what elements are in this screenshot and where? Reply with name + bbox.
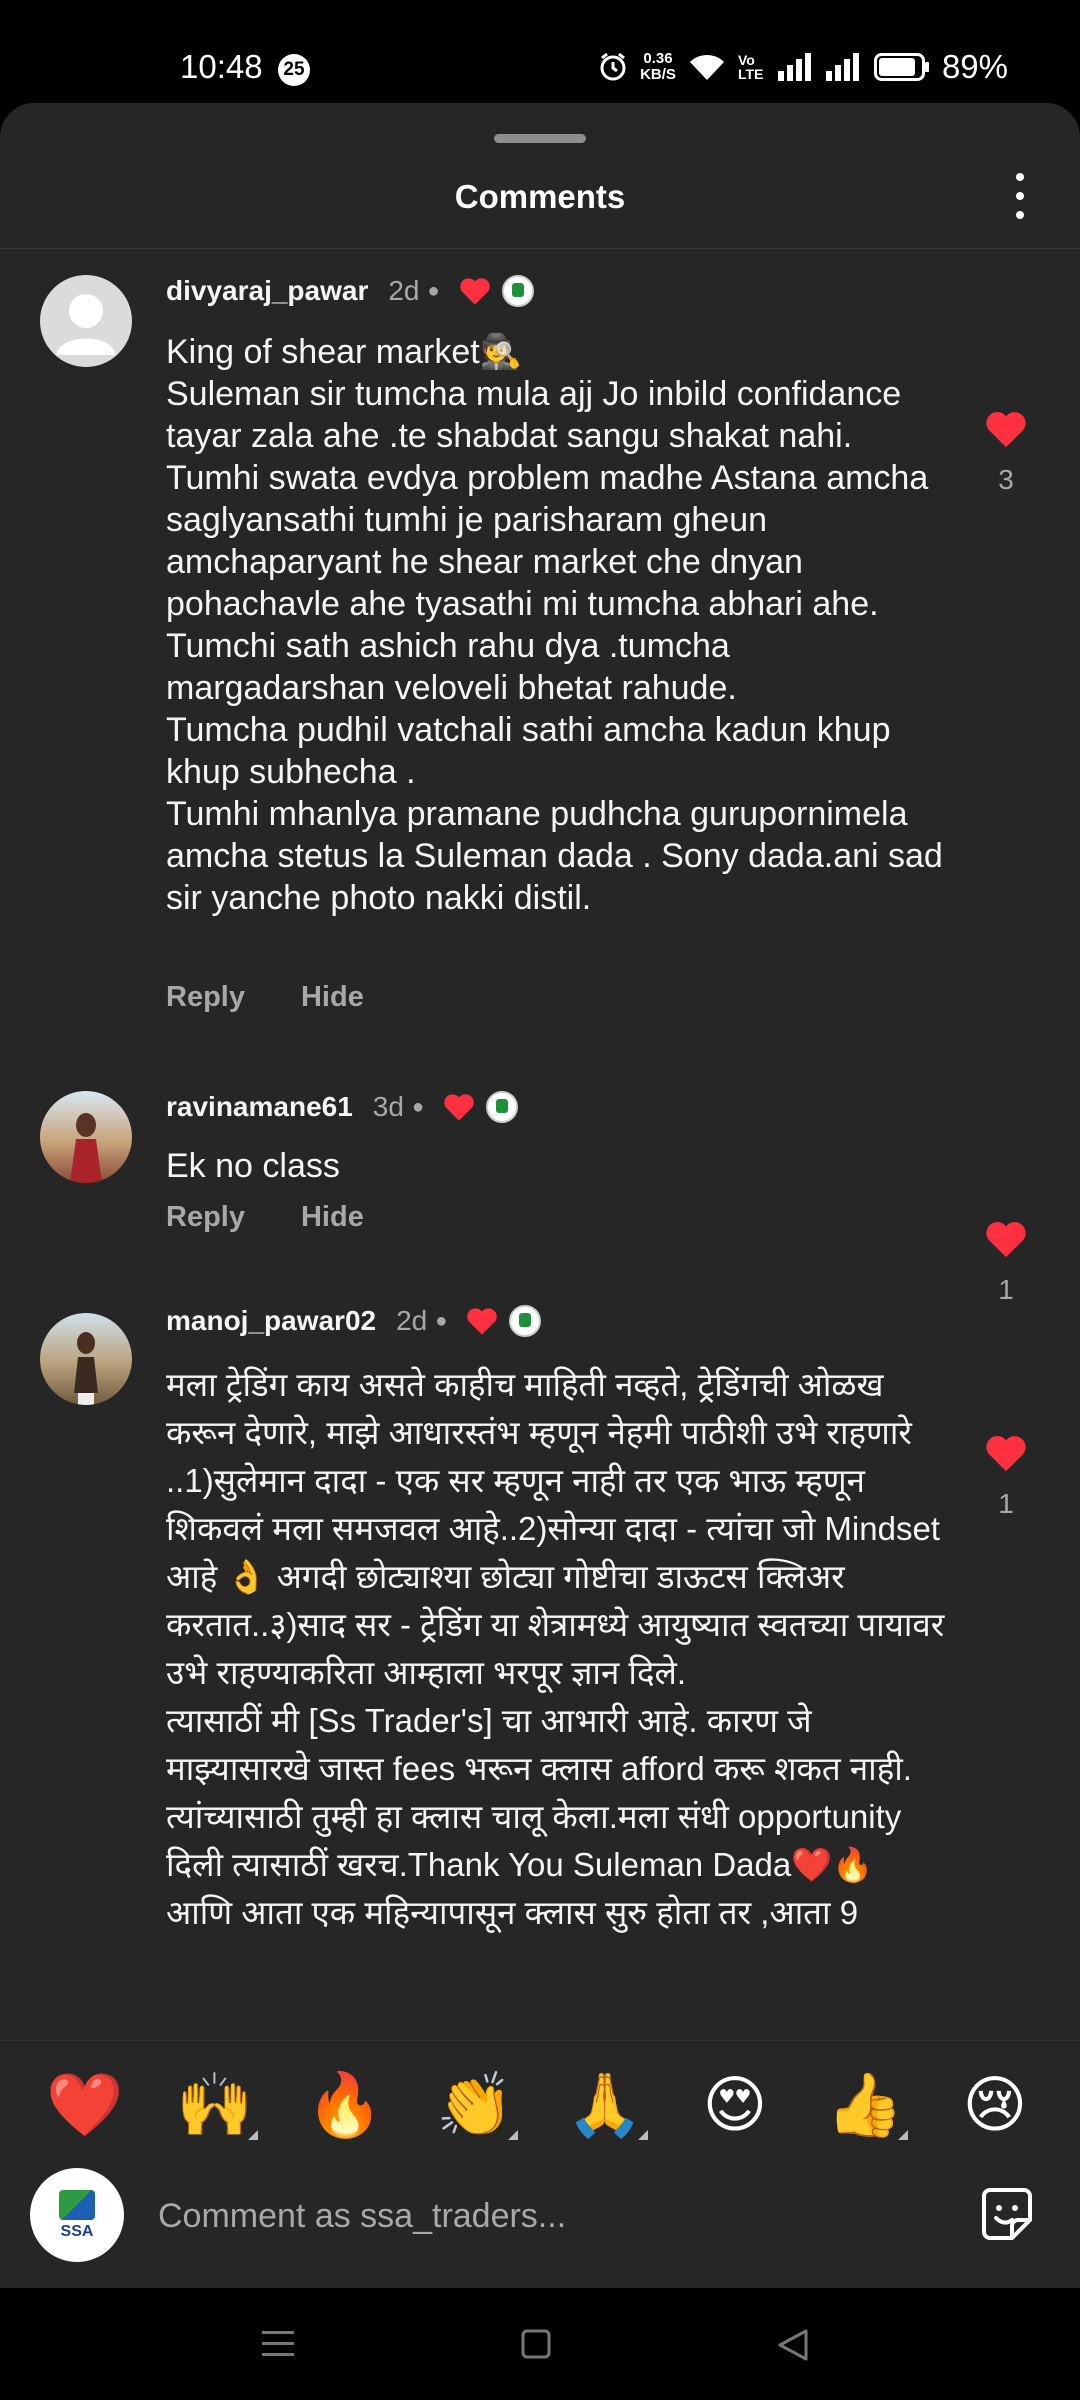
hide-button[interactable]: Hide [301, 1201, 364, 1234]
alarm-icon [600, 52, 626, 81]
like-count: 1 [998, 1488, 1014, 1519]
avatar[interactable] [40, 1091, 132, 1183]
comment-time: 2d [396, 1305, 428, 1336]
comments-list[interactable]: divyaraj_pawar 2d ● King of shear market… [0, 263, 1080, 2143]
reaction-crying[interactable]: 😢 [950, 2068, 1040, 2141]
ssa-logo-icon [59, 2189, 95, 2220]
home-nav-icon[interactable] [520, 2328, 552, 2360]
comment-header: ravinamane61 3d ● [166, 1091, 519, 1123]
comment-text: King of shear market🕵️ Suleman sir tumch… [166, 333, 943, 917]
like-heart-icon[interactable] [984, 409, 1028, 449]
reaction-heart[interactable]: ❤️ [40, 2068, 130, 2142]
avatar[interactable] [40, 1313, 132, 1405]
creator-liked-heart-icon [444, 1094, 474, 1121]
wifi-icon [689, 54, 724, 80]
battery-icon [873, 53, 929, 81]
like-heart-icon[interactable] [984, 1433, 1028, 1473]
status-icons: 0.36 KB/S Vo LTE 89% [598, 48, 1008, 86]
comment-composer: SSA [0, 2168, 1080, 2288]
network-speed: 0.36 KB/S [640, 50, 676, 83]
separator-dot: ● [435, 1309, 448, 1332]
reaction-thumbs-up[interactable]: 👍 [820, 2068, 910, 2142]
default-avatar-icon [56, 294, 116, 355]
sticker-icon[interactable] [974, 2182, 1040, 2248]
comment-actions: Reply Hide [166, 1201, 364, 1234]
comment-time: 3d [372, 1091, 404, 1122]
sheet-title: Comments [454, 178, 626, 215]
like-count: 1 [998, 1274, 1014, 1305]
creator-liked-heart-icon [459, 278, 490, 305]
status-time: 10:48 [180, 48, 263, 85]
drag-handle[interactable] [494, 134, 586, 143]
comment-username[interactable]: divyaraj_pawar [166, 275, 368, 307]
like-count: 3 [998, 464, 1014, 495]
like-column: 1 [984, 1219, 1028, 1306]
comment-time: 2d [388, 275, 420, 306]
notification-count-badge: 25 [278, 54, 310, 86]
title-divider [0, 248, 1080, 249]
signal-icon-2 [825, 53, 859, 81]
comment-input[interactable] [158, 2188, 958, 2244]
quick-reactions-bar: ❤️ 🙌 🔥 👏 🙏 😍 👍 😢 [0, 2040, 1080, 2168]
separator-dot: ● [427, 279, 440, 302]
signal-icon-1 [777, 53, 811, 81]
creator-avatar [501, 275, 534, 307]
comment-username[interactable]: ravinamane61 [166, 1091, 353, 1123]
creator-avatar [509, 1305, 542, 1337]
reply-button[interactable]: Reply [166, 981, 245, 1014]
creator-avatar [486, 1091, 519, 1123]
like-heart-icon[interactable] [984, 1219, 1028, 1259]
reaction-heart-eyes[interactable]: 😍 [690, 2068, 780, 2141]
back-nav-icon[interactable] [776, 2328, 810, 2362]
reaction-pray[interactable]: 🙏 [560, 2068, 650, 2142]
menu-nav-icon[interactable] [260, 2328, 296, 2360]
comment-text: Ek no class [166, 1147, 340, 1185]
my-avatar: SSA [30, 2168, 124, 2262]
avatar-logo-text: SSA [60, 2222, 94, 2240]
comment-header: manoj_pawar02 2d ● [166, 1305, 542, 1337]
volte-label: Vo LTE [737, 52, 764, 82]
hide-button[interactable]: Hide [301, 981, 364, 1014]
reaction-raised-hands[interactable]: 🙌 [170, 2068, 260, 2142]
like-column: 3 [984, 409, 1028, 496]
reaction-fire[interactable]: 🔥 [300, 2068, 390, 2142]
comment-text: मला ट्रेडिंग काय असते काहीच माहिती नव्हत… [166, 1366, 945, 1931]
status-bar: 10:48 25 0.36 KB/S Vo LTE 89% [0, 0, 1080, 100]
like-column: 1 [984, 1433, 1028, 1520]
more-options-icon[interactable] [1010, 173, 1030, 219]
battery-percent: 89% [941, 48, 1008, 85]
user-photo-icon [70, 1113, 102, 1183]
comment-username[interactable]: manoj_pawar02 [166, 1305, 376, 1337]
comment-actions: Reply Hide [166, 981, 364, 1014]
creator-liked-heart-icon [467, 1308, 498, 1335]
separator-dot: ● [411, 1095, 425, 1118]
reaction-clap[interactable]: 👏 [430, 2068, 520, 2142]
avatar[interactable] [40, 275, 132, 367]
comments-sheet: Comments divyaraj_pawar 2d ● King of she… [0, 103, 1080, 2288]
user-photo-icon [74, 1332, 98, 1405]
system-nav-bar [0, 2288, 1080, 2400]
comment-header: divyaraj_pawar 2d ● [166, 275, 534, 307]
reply-button[interactable]: Reply [166, 1201, 245, 1234]
